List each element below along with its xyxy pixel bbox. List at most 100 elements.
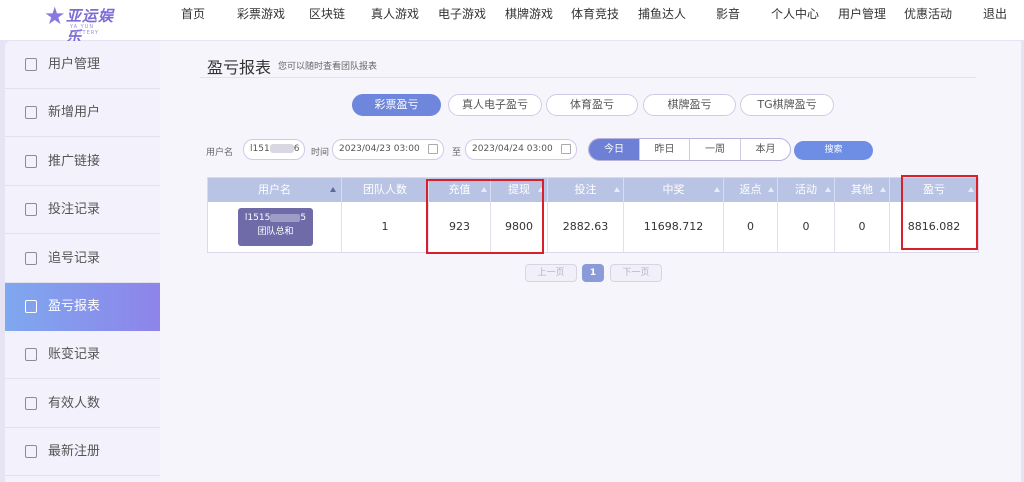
cell-win: 11698.712 [624, 202, 724, 252]
sidebar-item-new-registrations[interactable]: 最新注册 [5, 428, 160, 476]
start-date-value: 2023/04/23 03:00 [339, 144, 420, 154]
end-date-input[interactable]: 2023/04/24 03:00 [465, 139, 577, 160]
sort-arrow-icon [768, 187, 774, 192]
tab-tg-card-profit[interactable]: TG棋牌盈亏 [740, 94, 834, 116]
calendar-icon [561, 144, 571, 154]
sidebar-item-chase-records[interactable]: 追号记录 [5, 235, 160, 283]
sort-arrow-icon [880, 187, 886, 192]
header-label: 其他 [851, 183, 873, 196]
nav-home[interactable]: 首页 [181, 0, 205, 28]
cell-rebate: 0 [724, 202, 778, 252]
username-input[interactable]: l151 6 [243, 139, 305, 160]
nav-lottery[interactable]: 彩票游戏 [237, 0, 285, 28]
to-label: 至 [452, 148, 462, 158]
username-suffix: 6 [293, 144, 300, 154]
title-divider [200, 77, 976, 78]
sidebar-item-label: 账变记录 [48, 347, 101, 362]
sidebar-item-label: 盈亏报表 [48, 299, 101, 314]
masked-text [269, 144, 294, 153]
sort-arrow-icon [614, 187, 620, 192]
page-subtitle: 您可以随时查看团队报表 [278, 62, 378, 72]
next-page-button[interactable]: 下一页 [610, 264, 662, 282]
sidebar-item-label: 投注记录 [48, 202, 101, 217]
sort-arrow-icon [714, 187, 720, 192]
cell-other: 0 [835, 202, 890, 252]
sidebar-item-label: 推广链接 [48, 154, 101, 169]
sidebar-item-user-management[interactable]: 用户管理 [5, 41, 160, 89]
tab-live-slots-profit[interactable]: 真人电子盈亏 [448, 94, 542, 116]
col-username[interactable]: 用户名 [208, 178, 342, 202]
cell-bet: 2882.63 [548, 202, 624, 252]
username-label: 用户名 [206, 148, 234, 158]
sidebar-item-add-user[interactable]: 新增用户 [5, 89, 160, 137]
sidebar-item-account-changes[interactable]: 账变记录 [5, 331, 160, 379]
sort-arrow-icon [330, 187, 336, 192]
sidebar-item-active-users[interactable]: 有效人数 [5, 380, 160, 428]
nav-blockchain[interactable]: 区块链 [309, 0, 345, 28]
col-other[interactable]: 其他 [835, 178, 890, 202]
header-label: 返点 [739, 183, 762, 196]
sort-arrow-icon [825, 187, 831, 192]
nav-user-management[interactable]: 用户管理 [838, 0, 886, 28]
range-today[interactable]: 今日 [589, 139, 640, 160]
header-label: 活动 [795, 183, 817, 196]
header-label: 中奖 [662, 183, 685, 196]
col-win[interactable]: 中奖 [624, 178, 724, 202]
highlight-deposit-withdraw [426, 179, 544, 254]
brand-logo[interactable]: ★ 亚运娱乐 YA YUN LOTTERY [44, 2, 124, 46]
start-date-input[interactable]: 2023/04/23 03:00 [332, 139, 444, 160]
nav-personal-center[interactable]: 个人中心 [771, 0, 819, 28]
tab-card-profit[interactable]: 棋牌盈亏 [643, 94, 736, 116]
sidebar-item-bet-records[interactable]: 投注记录 [5, 186, 160, 234]
team-total-badge[interactable]: l1515 5 团队总和 [238, 208, 313, 246]
profit-table: 用户名 团队人数 充值 提现 投注 中奖 返点 活动 其他 盈亏 l1515 5 … [207, 177, 979, 253]
add-user-icon [25, 106, 37, 119]
bet-record-icon [25, 203, 37, 216]
date-range-group: 今日 昨日 一周 本月 [588, 138, 791, 161]
username-value: l151 [250, 144, 270, 154]
tab-sports-profit[interactable]: 体育盈亏 [546, 94, 638, 116]
header-label: 投注 [574, 183, 597, 196]
nav-card-games[interactable]: 棋牌游戏 [505, 0, 553, 28]
prev-page-button[interactable]: 上一页 [525, 264, 577, 282]
time-label: 时间 [311, 148, 330, 158]
sidebar-item-label: 新增用户 [48, 105, 101, 120]
link-doc-icon [25, 155, 37, 168]
nav-video[interactable]: 影音 [716, 0, 740, 28]
col-rebate[interactable]: 返点 [724, 178, 778, 202]
highlight-profit [901, 175, 978, 250]
sidebar-item-label: 有效人数 [48, 396, 101, 411]
team-total-label: 团队总和 [257, 227, 294, 237]
clipboard-icon [25, 252, 37, 265]
cell-team-size: 1 [342, 202, 429, 252]
range-month[interactable]: 本月 [741, 139, 790, 160]
sidebar-item-profit-report[interactable]: 盈亏报表 [5, 283, 160, 331]
range-week[interactable]: 一周 [690, 139, 741, 160]
col-activity[interactable]: 活动 [778, 178, 835, 202]
col-team-size[interactable]: 团队人数 [342, 178, 429, 202]
search-button[interactable]: 搜索 [794, 141, 873, 160]
masked-username-prefix: l1515 [244, 213, 271, 223]
nav-live-casino[interactable]: 真人游戏 [371, 0, 419, 28]
sidebar-item-promo-link[interactable]: 推广链接 [5, 138, 160, 186]
tab-lottery-profit[interactable]: 彩票盈亏 [352, 94, 441, 116]
header-label: 用户名 [258, 183, 291, 196]
main-content: 盈亏报表 您可以随时查看团队报表 彩票盈亏 真人电子盈亏 体育盈亏 棋牌盈亏 T… [160, 41, 1021, 482]
table-header: 用户名 团队人数 充值 提现 投注 中奖 返点 活动 其他 盈亏 [208, 178, 978, 202]
sidebar-item-label: 用户管理 [48, 57, 101, 72]
nav-promotions[interactable]: 优惠活动 [904, 0, 952, 28]
end-date-value: 2023/04/24 03:00 [472, 144, 553, 154]
masked-username-suffix: 5 [300, 213, 307, 223]
page-number-current[interactable]: 1 [582, 264, 604, 282]
report-icon [25, 300, 37, 313]
nav-sports[interactable]: 体育竞技 [571, 0, 619, 28]
range-yesterday[interactable]: 昨日 [640, 139, 690, 160]
person-icon [25, 397, 37, 410]
cell-activity: 0 [778, 202, 835, 252]
page-title: 盈亏报表 [207, 58, 272, 77]
nav-fishing[interactable]: 捕鱼达人 [638, 0, 686, 28]
nav-logout[interactable]: 退出 [983, 0, 1007, 28]
brand-subtitle: YA YUN LOTTERY [70, 24, 99, 36]
col-bet[interactable]: 投注 [548, 178, 624, 202]
nav-slots[interactable]: 电子游戏 [438, 0, 486, 28]
